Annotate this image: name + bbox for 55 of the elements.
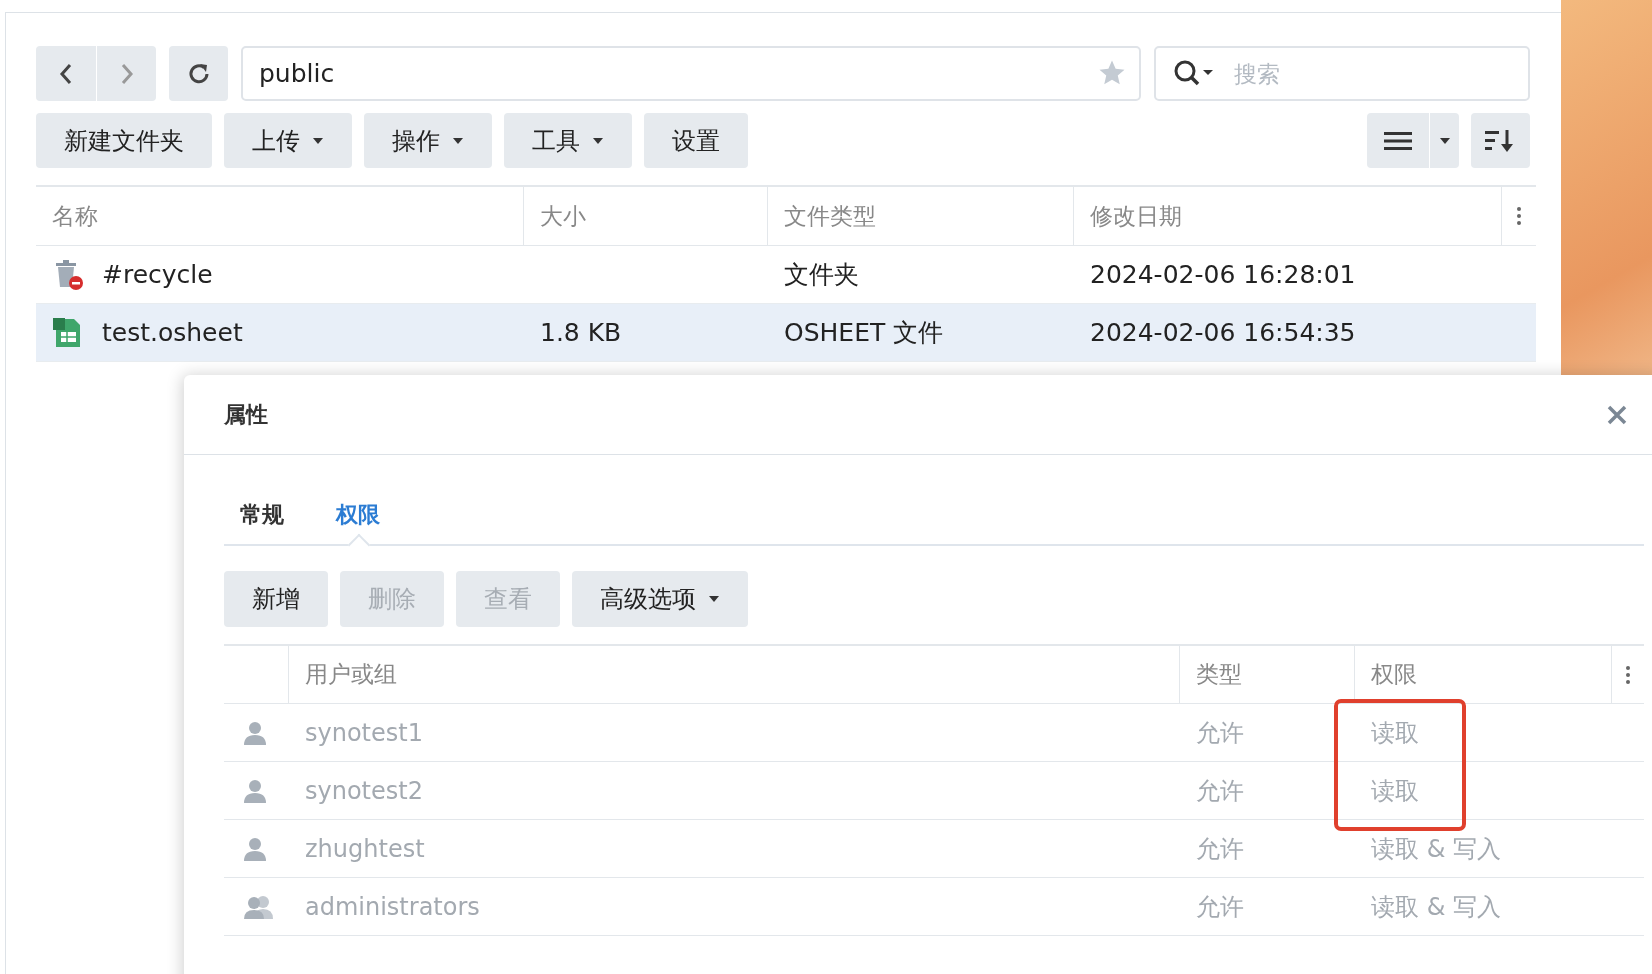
user-name: zhughtest [305, 834, 425, 863]
action-button[interactable]: 新增 [224, 571, 328, 627]
column-header[interactable]: 大小 [524, 187, 768, 245]
caret-icon [592, 136, 604, 145]
user-name: synotest1 [305, 718, 423, 747]
permission-level: 读取 & 写入 [1371, 833, 1501, 865]
column-header[interactable]: 名称 [36, 187, 524, 245]
list-icon [1384, 130, 1412, 151]
permission-level: 读取 [1371, 775, 1419, 807]
toolbar-button[interactable]: 操作 [364, 113, 492, 168]
action-button[interactable]: 高级选项 [572, 571, 748, 627]
more-icon[interactable] [1516, 206, 1522, 226]
permission-level: 读取 [1371, 717, 1419, 749]
file-type: OSHEET 文件 [784, 317, 944, 349]
toolbar-button[interactable]: 设置 [644, 113, 748, 168]
permission-type: 允许 [1196, 891, 1244, 923]
path-field[interactable]: public [241, 46, 1141, 101]
toolbar-button[interactable]: 新建文件夹 [36, 113, 212, 168]
column-header[interactable]: 用户或组 [289, 646, 1180, 703]
search-field[interactable]: 搜索 [1154, 46, 1530, 101]
more-icon[interactable] [1625, 664, 1631, 685]
column-header[interactable]: 权限 [1355, 646, 1612, 703]
chevron-left-icon [58, 61, 74, 86]
toolbar-button[interactable]: 工具 [504, 113, 632, 168]
tab[interactable]: 权限 [320, 485, 396, 544]
tab[interactable]: 常规 [224, 485, 300, 544]
toolbar-button[interactable]: 上传 [224, 113, 352, 168]
file-size: 1.8 KB [540, 318, 622, 347]
dialog-title: 属性 [224, 400, 268, 429]
caret-icon [312, 136, 324, 145]
caret-icon [452, 136, 464, 145]
permission-level: 读取 & 写入 [1371, 891, 1501, 923]
caret-icon [1438, 136, 1451, 145]
group-icon [242, 893, 276, 920]
column-header[interactable]: 类型 [1180, 646, 1355, 703]
sort-button[interactable] [1471, 113, 1530, 168]
file-type: 文件夹 [784, 259, 859, 291]
user-name: administrators [305, 892, 480, 921]
column-header[interactable]: 文件类型 [768, 187, 1074, 245]
caret-icon [708, 595, 720, 603]
refresh-button[interactable] [169, 46, 228, 101]
file-row[interactable]: test.osheet 1.8 KB OSHEET 文件 2024-02-06 16:54:35 [36, 304, 1536, 362]
permission-type: 允许 [1196, 833, 1244, 865]
permission-type: 允许 [1196, 775, 1244, 807]
user-name: synotest2 [305, 776, 423, 805]
permission-type: 允许 [1196, 717, 1244, 749]
modified-date: 2024-02-06 16:54:35 [1090, 318, 1356, 347]
modified-date: 2024-02-06 16:28:01 [1090, 260, 1356, 289]
column-header[interactable]: 修改日期 [1074, 187, 1502, 245]
user-icon [242, 835, 268, 862]
file-name: #recycle [102, 260, 213, 289]
close-icon[interactable] [1606, 403, 1628, 426]
file-name: test.osheet [102, 318, 243, 347]
user-icon [242, 719, 268, 746]
user-icon [242, 777, 268, 804]
